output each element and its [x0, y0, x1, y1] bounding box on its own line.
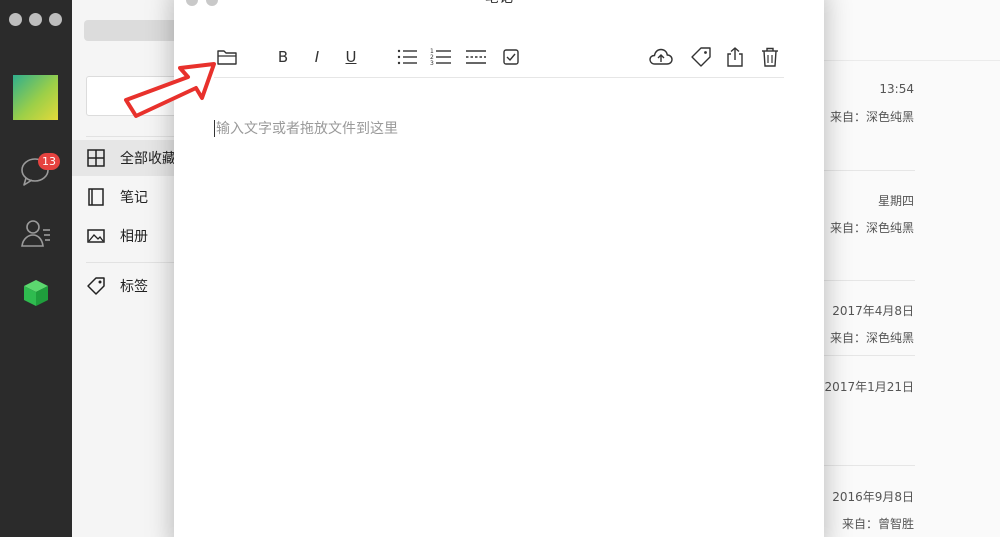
image-icon	[87, 229, 105, 243]
numbered-list-icon: 1 2 3	[430, 48, 451, 67]
checkbox-icon	[503, 49, 519, 65]
category-all-favorites[interactable]: 全部收藏	[72, 140, 182, 176]
tag-icon	[87, 277, 105, 295]
category-label: 标签	[120, 279, 148, 295]
divider	[820, 60, 1000, 61]
list-item-date: 星期四	[877, 194, 914, 208]
divider-line-button[interactable]	[463, 44, 489, 70]
editor-toolbar: B I U 1 2 3	[214, 38, 784, 78]
upload-button[interactable]	[646, 44, 676, 70]
add-tag-button[interactable]	[688, 44, 714, 70]
delete-button[interactable]	[757, 44, 783, 70]
unread-badge: 13	[38, 153, 60, 170]
list-item-date: 2017年1月21日	[824, 380, 914, 394]
window-minimize-dot[interactable]	[29, 13, 42, 26]
list-item-date: 13:54	[879, 82, 914, 96]
list-item-date: 2016年9月8日	[832, 490, 914, 504]
category-tags[interactable]: 标签	[72, 268, 182, 304]
annotation-arrow-icon	[124, 62, 216, 118]
cloud-upload-icon	[649, 48, 673, 65]
contacts-icon[interactable]	[19, 216, 53, 250]
numbered-list-button[interactable]: 1 2 3	[428, 44, 454, 70]
divider	[820, 170, 915, 171]
favorites-list: 13:54 来自：深色纯黑 星期四 来自：深色纯黑 2017年4月8日 来自：深…	[820, 0, 1000, 537]
category-label: 相册	[120, 229, 148, 245]
list-item-date: 2017年4月8日	[832, 304, 914, 318]
horizontal-rule-icon	[466, 50, 486, 64]
trash-icon	[762, 47, 778, 67]
window-close-dot[interactable]	[9, 13, 22, 26]
divider	[86, 262, 182, 263]
list-item-source: 来自：曾智胜	[841, 517, 914, 531]
notebook-icon	[88, 188, 104, 206]
checklist-button[interactable]	[498, 44, 524, 70]
divider	[86, 136, 182, 137]
app-sidebar: 13	[0, 0, 72, 537]
list-item-source: 来自：深色纯黑	[829, 221, 914, 235]
category-label: 笔记	[120, 190, 148, 206]
tag-icon	[691, 47, 711, 67]
category-label: 全部收藏	[120, 151, 176, 167]
bullet-list-button[interactable]	[394, 44, 420, 70]
editor-placeholder: 输入文字或者拖放文件到这里	[216, 121, 398, 137]
divider	[820, 355, 915, 356]
category-notes[interactable]: 笔记	[72, 179, 182, 215]
divider	[820, 280, 915, 281]
share-icon	[727, 47, 743, 67]
list-item-source: 来自：深色纯黑	[829, 331, 914, 345]
divider	[820, 465, 915, 466]
list-item-source: 来自：深色纯黑	[829, 110, 914, 124]
note-text-editor[interactable]: 输入文字或者拖放文件到这里	[214, 118, 784, 148]
share-button[interactable]	[722, 44, 748, 70]
note-editor-dialog: 笔记 B I U 1 2 3	[174, 0, 824, 537]
underline-button[interactable]: U	[338, 44, 364, 70]
category-album[interactable]: 相册	[72, 218, 182, 254]
user-avatar[interactable]	[13, 75, 58, 120]
favorites-cube-icon[interactable]	[19, 276, 53, 310]
dialog-title: 笔记	[174, 0, 824, 7]
italic-button[interactable]: I	[304, 44, 330, 70]
svg-text:3: 3	[430, 60, 434, 67]
window-zoom-dot[interactable]	[49, 13, 62, 26]
bold-button[interactable]: B	[270, 44, 296, 70]
bullet-list-icon	[397, 49, 417, 65]
text-caret	[214, 120, 215, 137]
grid-icon	[87, 149, 105, 167]
